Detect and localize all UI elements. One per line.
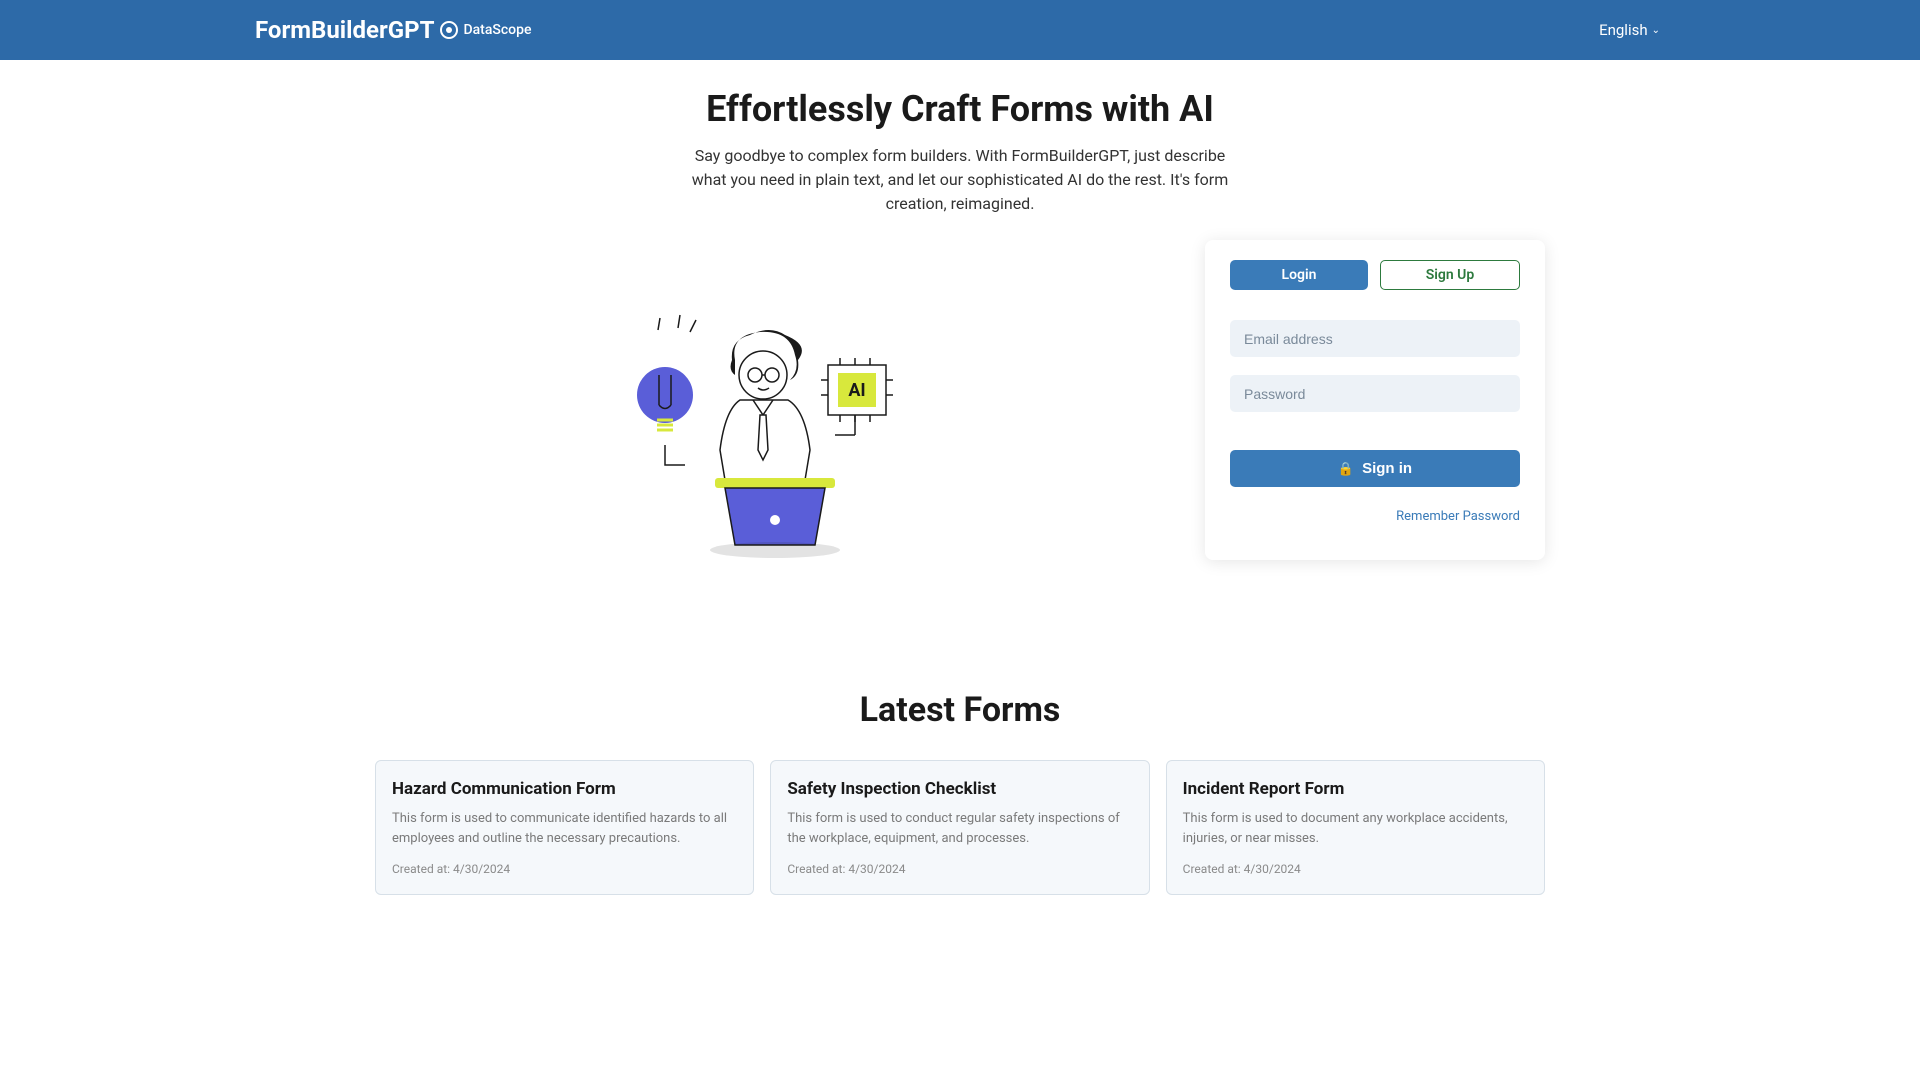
card-desc: This form is used to document any workpl… [1183, 809, 1528, 848]
target-icon [440, 21, 458, 39]
form-card[interactable]: Hazard Communication Form This form is u… [375, 760, 754, 895]
card-desc: This form is used to communicate identif… [392, 809, 737, 848]
ai-person-illustration: AI [610, 300, 930, 560]
signin-button[interactable]: 🔒 Sign in [1230, 450, 1520, 487]
hero-title: Effortlessly Craft Forms with AI [375, 88, 1545, 130]
card-title: Hazard Communication Form [392, 779, 737, 799]
illustration-col: AI [375, 240, 1165, 560]
language-selector[interactable]: English ⌄ [1599, 21, 1660, 39]
signin-label: Sign in [1362, 460, 1412, 477]
remember-password-link[interactable]: Remember Password [1396, 509, 1520, 524]
form-cards-row: Hazard Communication Form This form is u… [375, 760, 1545, 895]
partner-text: DataScope [463, 22, 531, 38]
hero-subtitle: Say goodbye to complex form builders. Wi… [680, 144, 1240, 216]
card-title: Safety Inspection Checklist [787, 779, 1132, 799]
main-container: Effortlessly Craft Forms with AI Say goo… [355, 88, 1565, 895]
auth-tabs: Login Sign Up [1230, 260, 1520, 290]
latest-forms-title: Latest Forms [375, 690, 1545, 730]
logo-wrap[interactable]: FormBuilderGPT DataScope [255, 16, 531, 44]
form-card[interactable]: Safety Inspection Checklist This form is… [770, 760, 1149, 895]
header-bar: FormBuilderGPT DataScope English ⌄ [0, 0, 1920, 60]
partner-badge: DataScope [440, 21, 531, 39]
card-title: Incident Report Form [1183, 779, 1528, 799]
language-label: English [1599, 21, 1648, 39]
login-tab[interactable]: Login [1230, 260, 1368, 290]
lock-icon: 🔒 [1338, 461, 1354, 477]
signup-tab[interactable]: Sign Up [1380, 260, 1520, 290]
card-date: Created at: 4/30/2024 [787, 862, 1132, 876]
logo-text: FormBuilderGPT [255, 16, 434, 44]
login-card: Login Sign Up 🔒 Sign in Remember Passwor… [1205, 240, 1545, 560]
hero-row: AI [375, 240, 1545, 560]
chevron-down-icon: ⌄ [1652, 25, 1660, 36]
card-date: Created at: 4/30/2024 [392, 862, 737, 876]
svg-text:AI: AI [848, 380, 865, 401]
card-desc: This form is used to conduct regular saf… [787, 809, 1132, 848]
form-card[interactable]: Incident Report Form This form is used t… [1166, 760, 1545, 895]
password-field[interactable] [1230, 375, 1520, 412]
card-date: Created at: 4/30/2024 [1183, 862, 1528, 876]
remember-wrap: Remember Password [1230, 505, 1520, 524]
email-field[interactable] [1230, 320, 1520, 357]
